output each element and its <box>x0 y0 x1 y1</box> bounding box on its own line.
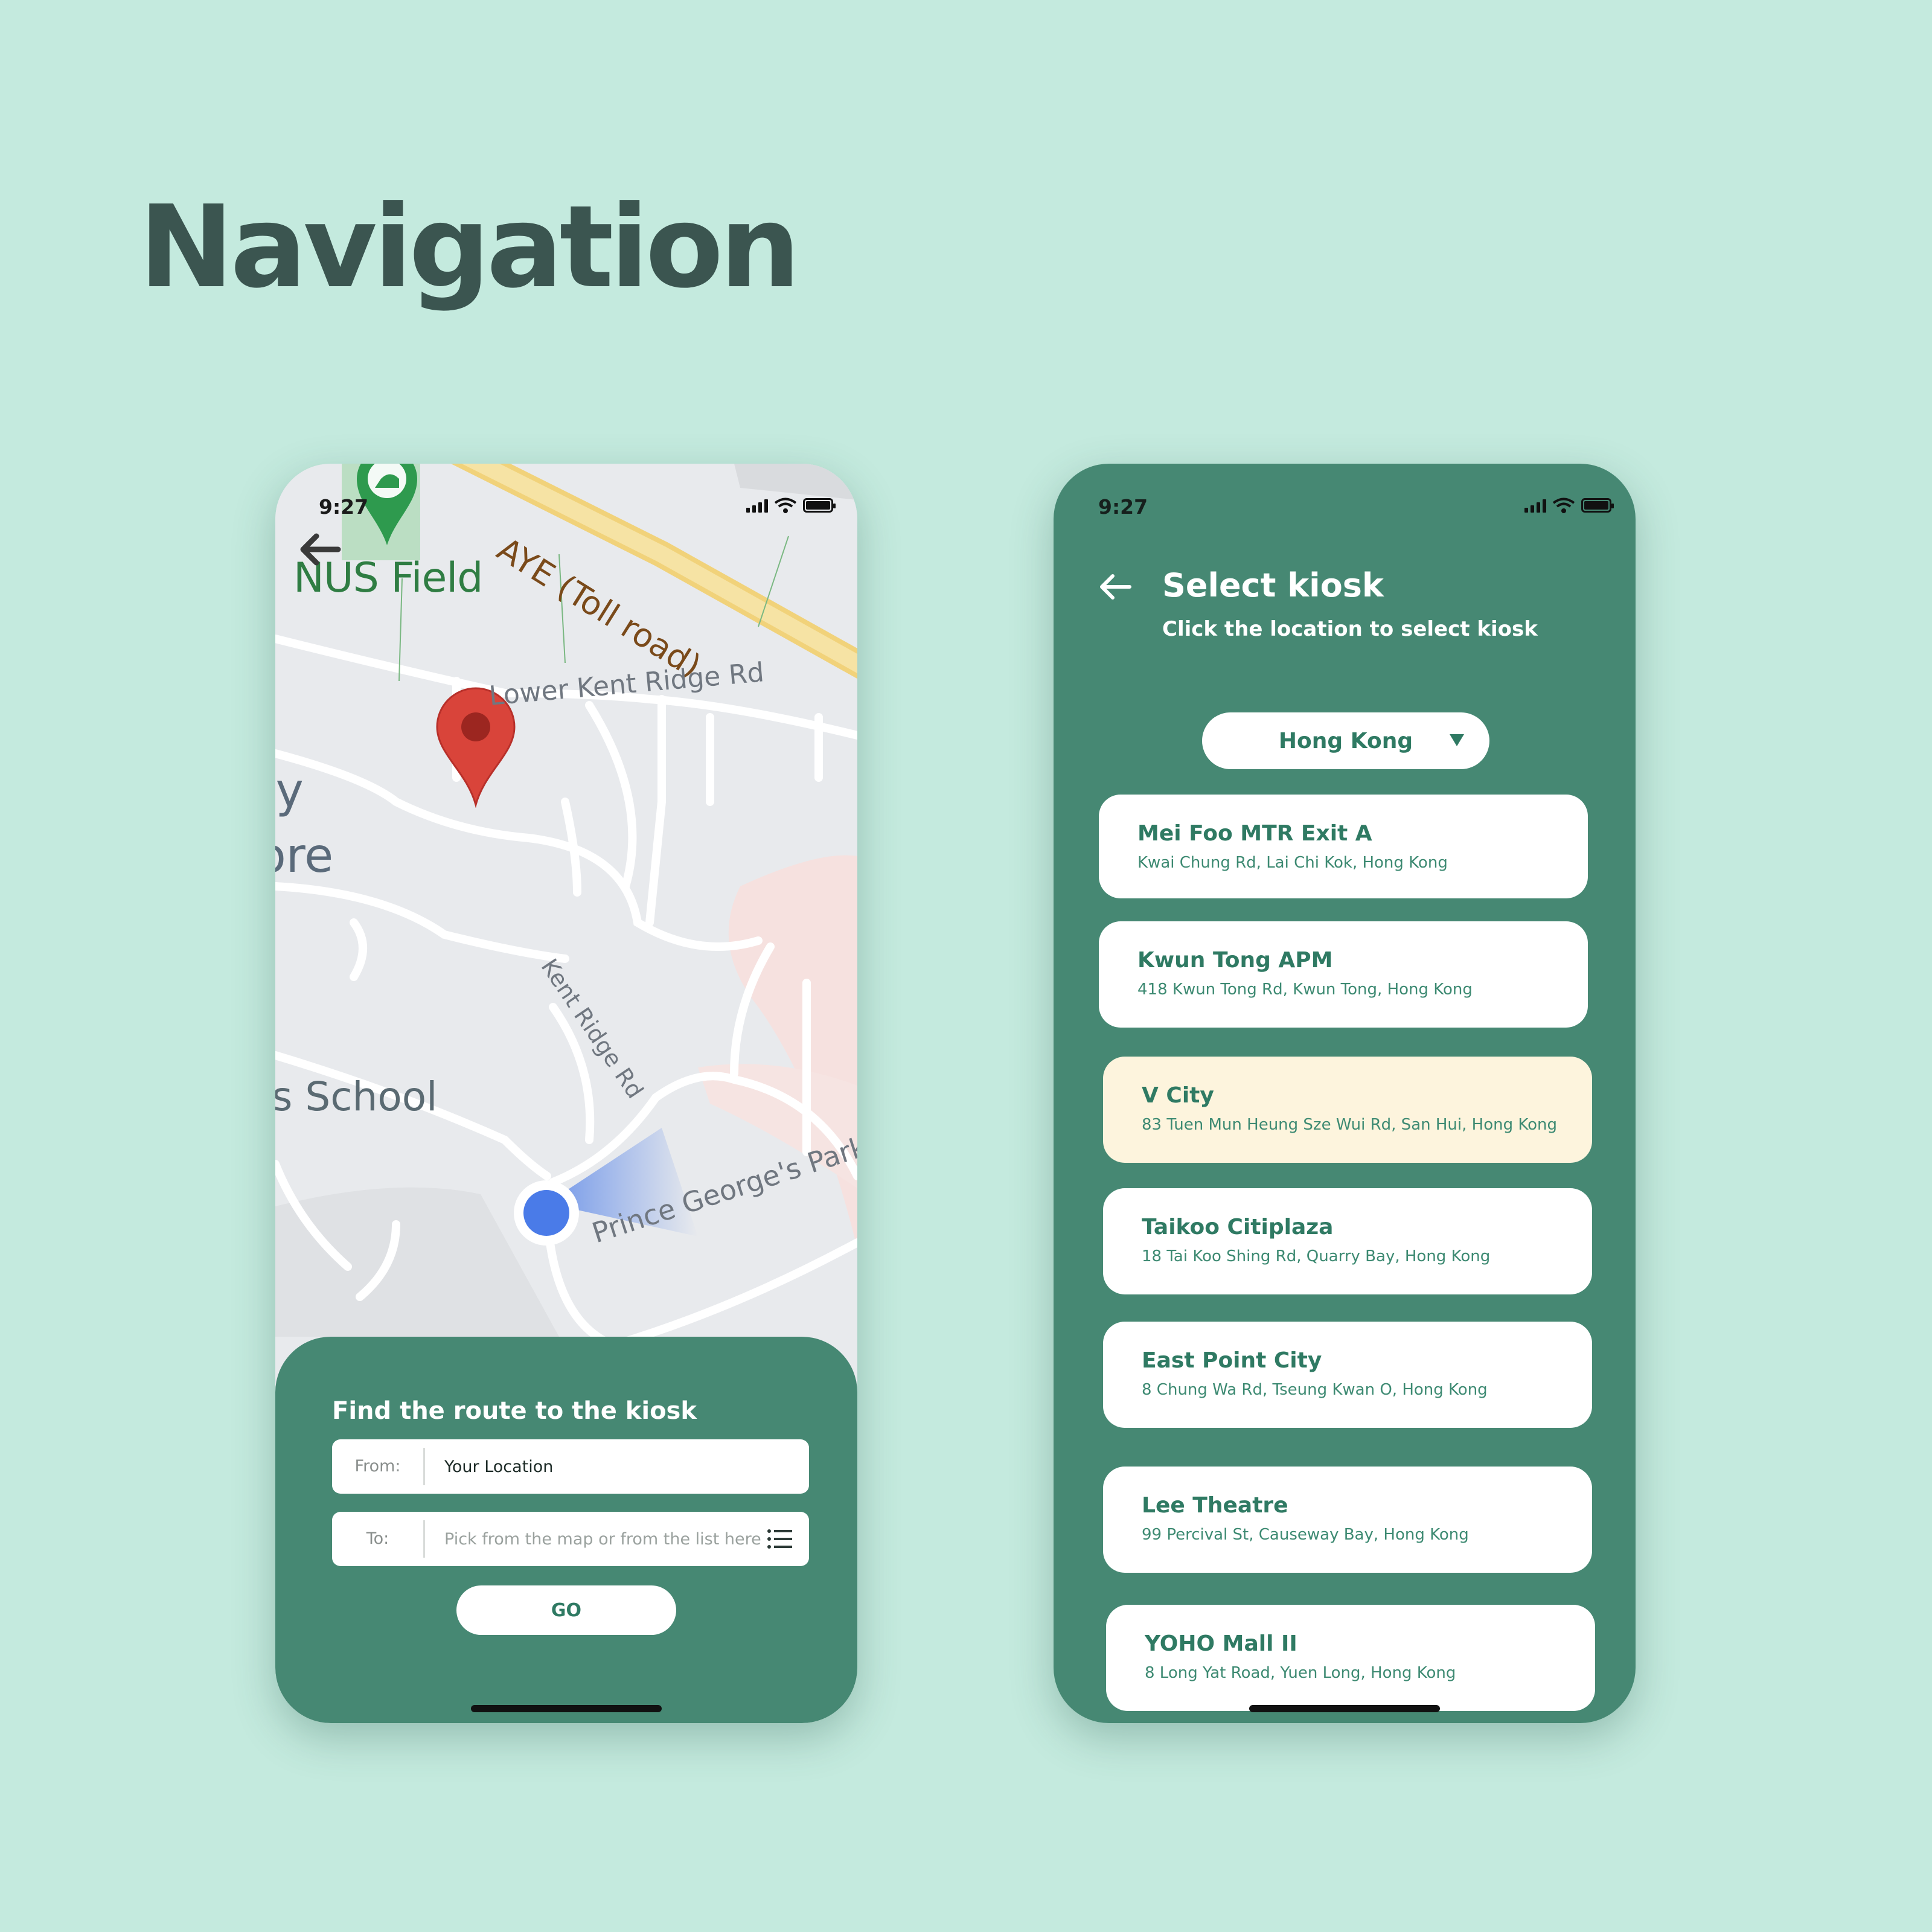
list-icon[interactable] <box>767 1528 793 1550</box>
kiosk-card[interactable]: Kwun Tong APM 418 Kwun Tong Rd, Kwun Ton… <box>1099 921 1588 1028</box>
kiosk-address: 99 Percival St, Causeway Bay, Hong Kong <box>1142 1526 1469 1544</box>
home-indicator <box>1249 1705 1440 1712</box>
kiosk-name: East Point City <box>1142 1348 1322 1373</box>
kiosk-address: 18 Tai Koo Shing Rd, Quarry Bay, Hong Ko… <box>1142 1247 1491 1265</box>
kiosk-screen: 9:27 Select kiosk Click the location to … <box>1054 464 1636 1723</box>
route-panel: Find the route to the kiosk From: Your L… <box>275 1337 857 1723</box>
kiosk-address: Kwai Chung Rd, Lai Chi Kok, Hong Kong <box>1137 854 1448 872</box>
to-label: To: <box>332 1520 425 1558</box>
signal-icon <box>746 498 768 513</box>
map-label-partial-line3: ore <box>275 829 334 883</box>
wifi-icon <box>774 497 797 513</box>
kiosk-name: Lee Theatre <box>1142 1493 1288 1518</box>
battery-icon <box>803 498 836 513</box>
to-field[interactable]: To: Pick from the map or from the list h… <box>332 1512 809 1566</box>
route-title: Find the route to the kiosk <box>332 1397 697 1425</box>
map-label-school: s School <box>275 1073 438 1120</box>
status-time: 9:27 <box>319 495 369 519</box>
back-arrow-icon[interactable] <box>1098 572 1132 601</box>
kiosk-card[interactable]: Mei Foo MTR Exit A Kwai Chung Rd, Lai Ch… <box>1099 795 1588 898</box>
status-icons <box>746 497 836 513</box>
map-label-partial-line2: ty <box>275 764 304 818</box>
page-title: Navigation <box>139 181 801 313</box>
region-value: Hong Kong <box>1278 728 1413 753</box>
status-time: 9:27 <box>1098 495 1148 519</box>
chevron-down-icon <box>1450 734 1464 746</box>
kiosk-address: 83 Tuen Mun Heung Sze Wui Rd, San Hui, H… <box>1142 1116 1557 1134</box>
back-arrow-icon[interactable] <box>298 531 342 568</box>
kiosk-address: 8 Long Yat Road, Yuen Long, Hong Kong <box>1145 1664 1456 1682</box>
current-location-icon <box>514 1180 579 1246</box>
kiosk-name: Taikoo Citiplaza <box>1142 1215 1334 1239</box>
signal-icon <box>1524 498 1546 513</box>
kiosk-address: 418 Kwun Tong Rd, Kwun Tong, Hong Kong <box>1137 980 1473 999</box>
screen-subtitle: Click the location to select kiosk <box>1162 617 1538 641</box>
from-label: From: <box>332 1448 425 1485</box>
kiosk-card-selected[interactable]: V City 83 Tuen Mun Heung Sze Wui Rd, San… <box>1103 1057 1592 1163</box>
go-button[interactable]: GO <box>456 1585 676 1635</box>
home-indicator <box>471 1705 662 1712</box>
kiosk-address: 8 Chung Wa Rd, Tseung Kwan O, Hong Kong <box>1142 1381 1488 1399</box>
kiosk-name: Mei Foo MTR Exit A <box>1137 821 1372 846</box>
region-dropdown[interactable]: Hong Kong <box>1202 712 1489 769</box>
map-label-partial-line1: l <box>275 693 333 758</box>
kiosk-card[interactable]: East Point City 8 Chung Wa Rd, Tseung Kw… <box>1103 1322 1592 1428</box>
status-icons <box>1524 497 1614 513</box>
from-value[interactable]: Your Location <box>425 1457 809 1476</box>
kiosk-name: V City <box>1142 1083 1214 1108</box>
kiosk-name: YOHO Mall II <box>1145 1631 1297 1656</box>
kiosk-name: Kwun Tong APM <box>1137 948 1333 973</box>
kiosk-card[interactable]: Lee Theatre 99 Percival St, Causeway Bay… <box>1103 1467 1592 1573</box>
map-screen: AYE (Toll road) NUS Field Lower Kent Rid… <box>275 464 857 1723</box>
kiosk-card[interactable]: YOHO Mall II 8 Long Yat Road, Yuen Long,… <box>1106 1605 1595 1711</box>
wifi-icon <box>1552 497 1575 513</box>
to-placeholder[interactable]: Pick from the map or from the list here <box>425 1530 767 1549</box>
kiosk-card[interactable]: Taikoo Citiplaza 18 Tai Koo Shing Rd, Qu… <box>1103 1188 1592 1294</box>
screen-title: Select kiosk <box>1162 566 1384 604</box>
from-field[interactable]: From: Your Location <box>332 1439 809 1494</box>
map-label-partial: l ty ore <box>275 693 333 889</box>
battery-icon <box>1581 498 1614 513</box>
